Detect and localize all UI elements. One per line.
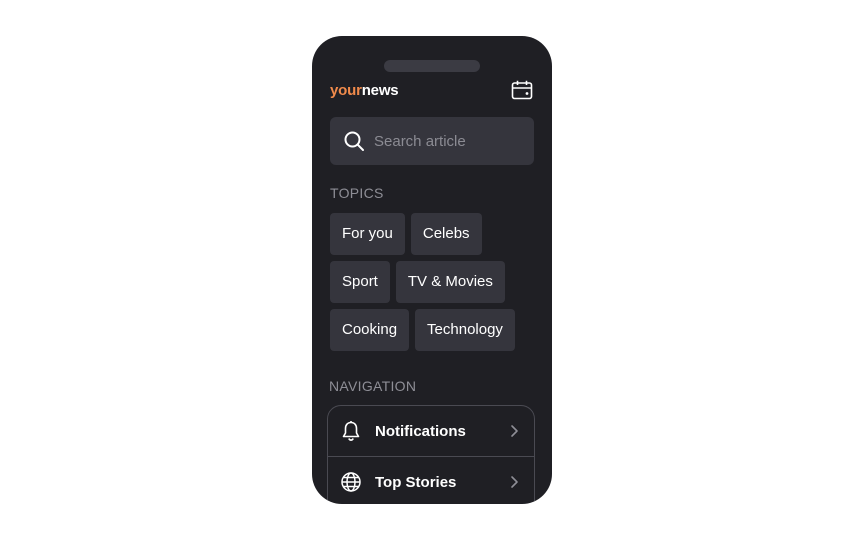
chevron-right-icon — [511, 476, 518, 488]
calendar-icon[interactable] — [511, 80, 533, 100]
phone-frame: yournews TOPICS For you Celebs Sport TV … — [312, 36, 552, 504]
search-input[interactable] — [374, 132, 514, 150]
app-logo: yournews — [330, 82, 399, 99]
nav-item-notifications[interactable]: Notifications — [328, 406, 534, 456]
nav-item-top-stories[interactable]: Top Stories — [328, 456, 534, 504]
nav-label-notifications: Notifications — [375, 422, 466, 440]
nav-label-top-stories: Top Stories — [375, 473, 457, 491]
search-bar[interactable] — [330, 117, 534, 165]
chip-row: For you Celebs — [330, 213, 540, 255]
chip-technology[interactable]: Technology — [415, 309, 515, 351]
bell-icon — [342, 421, 360, 441]
navigation-list: Notifications Top Stories — [327, 405, 535, 504]
chip-celebs[interactable]: Celebs — [410, 213, 482, 255]
chip-cooking[interactable]: Cooking — [330, 309, 410, 351]
chip-row: Cooking Technology — [330, 309, 540, 351]
chip-row: Sport TV & Movies — [330, 261, 540, 303]
globe-icon — [341, 472, 361, 492]
chip-for-you[interactable]: For you — [330, 213, 405, 255]
logo-your-text: your — [330, 82, 362, 99]
topics-heading: TOPICS — [330, 185, 384, 201]
topic-chips: For you Celebs Sport TV & Movies Cooking… — [330, 213, 540, 357]
chip-tv-movies[interactable]: TV & Movies — [395, 261, 505, 303]
chip-sport[interactable]: Sport — [330, 261, 390, 303]
search-icon — [344, 131, 364, 151]
logo-news-text: news — [361, 82, 399, 99]
phone-notch — [384, 60, 480, 72]
navigation-heading: NAVIGATION — [329, 378, 417, 394]
chevron-right-icon — [511, 425, 518, 437]
